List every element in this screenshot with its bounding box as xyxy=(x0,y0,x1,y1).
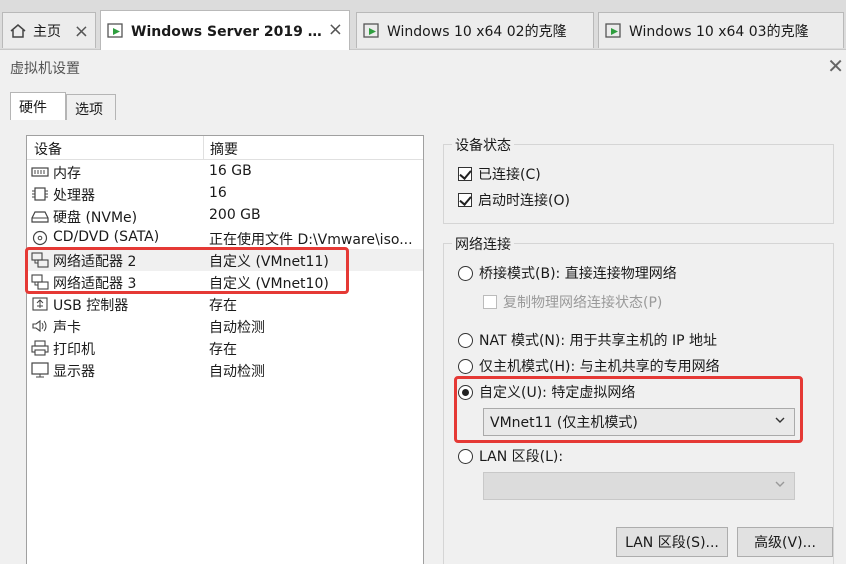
device-status-group: 设备状态 已连接(C) 启动时连接(O) xyxy=(443,135,834,224)
device-summary: 16 xyxy=(209,185,227,201)
radio[interactable] xyxy=(458,265,473,281)
device-name: 显示器 xyxy=(53,364,95,380)
device-row-sound-card[interactable]: 声卡 自动检测 xyxy=(27,315,423,337)
checkbox[interactable] xyxy=(483,295,497,309)
network-connection-title: 网络连接 xyxy=(452,234,514,254)
column-header-device[interactable]: 设备 xyxy=(34,139,62,159)
memory-icon xyxy=(31,167,49,177)
connect-at-power-on-checkbox[interactable]: 启动时连接(O) xyxy=(458,190,570,210)
vm-tab-bar: 主页 × Windows Server 2019 01的... × Window… xyxy=(0,0,846,50)
custom-radio[interactable]: 自定义(U): 特定虚拟网络 xyxy=(458,382,635,402)
device-row-cdrom[interactable]: CD/DVD (SATA) 正在使用文件 D:\Vmware\iso... xyxy=(27,227,423,249)
custom-label: 自定义(U): 特定虚拟网络 xyxy=(479,385,636,401)
close-icon[interactable]: ✕ xyxy=(827,54,844,78)
radio[interactable] xyxy=(458,448,473,464)
replicate-state-checkbox[interactable]: 复制物理网络连接状态(P) xyxy=(483,292,662,312)
device-row-hard-disk[interactable]: 硬盘 (NVMe) 200 GB xyxy=(27,205,423,227)
cdrom-icon xyxy=(32,230,48,246)
device-summary: 自动检测 xyxy=(209,320,265,336)
connected-label: 已连接(C) xyxy=(478,167,541,183)
device-name: 声卡 xyxy=(53,320,81,336)
cpu-icon xyxy=(32,187,48,201)
device-row-processor[interactable]: 处理器 16 xyxy=(27,183,423,205)
tab-vm-win10-03[interactable]: Windows 10 x64 03的克隆 xyxy=(598,12,844,48)
radio[interactable] xyxy=(458,384,473,400)
lan-segment-label: LAN 区段(L): xyxy=(479,449,564,465)
checkbox[interactable] xyxy=(458,167,472,181)
replicate-state-label: 复制物理网络连接状态(P) xyxy=(503,295,663,311)
device-name: CD/DVD (SATA) xyxy=(53,229,160,245)
close-icon[interactable]: × xyxy=(74,21,89,42)
connect-at-power-on-label: 启动时连接(O) xyxy=(478,193,570,209)
radio[interactable] xyxy=(458,332,473,348)
device-row-network-adapter-2[interactable]: 网络适配器 2 自定义 (VMnet11) xyxy=(27,249,423,271)
device-row-printer[interactable]: 打印机 存在 xyxy=(27,337,423,359)
home-icon xyxy=(10,23,26,38)
dialog-title: 虚拟机设置 xyxy=(10,61,80,77)
tab-vm-server-2019[interactable]: Windows Server 2019 01的... × xyxy=(100,10,350,50)
device-status-title: 设备状态 xyxy=(452,135,514,155)
chevron-down-icon xyxy=(775,417,785,423)
nat-radio[interactable]: NAT 模式(N): 用于共享主机的 IP 地址 xyxy=(458,330,717,350)
custom-network-value: VMnet11 (仅主机模式) xyxy=(490,415,638,431)
speaker-icon xyxy=(32,319,47,333)
vm-icon xyxy=(363,22,379,38)
tab-hardware[interactable]: 硬件 xyxy=(10,92,66,120)
device-summary: 存在 xyxy=(209,342,237,358)
device-summary: 16 GB xyxy=(209,163,252,179)
device-row-network-adapter-3[interactable]: 网络适配器 3 自定义 (VMnet10) xyxy=(27,271,423,293)
lan-segment-select[interactable] xyxy=(483,472,795,500)
device-summary: 存在 xyxy=(209,298,237,314)
tab-options[interactable]: 选项 xyxy=(66,94,116,120)
close-icon[interactable]: × xyxy=(328,19,343,40)
tab-label: 主页 xyxy=(33,23,61,40)
lan-segment-radio[interactable]: LAN 区段(L): xyxy=(458,446,563,466)
host-only-label: 仅主机模式(H): 与主机共享的专用网络 xyxy=(479,359,720,375)
device-row-memory[interactable]: 内存 16 GB xyxy=(27,161,423,183)
tab-vm-win10-02[interactable]: Windows 10 x64 02的克隆 xyxy=(356,12,594,48)
chevron-down-icon xyxy=(775,481,785,487)
radio[interactable] xyxy=(458,358,473,374)
device-summary: 自定义 (VMnet11) xyxy=(209,254,329,270)
device-row-usb-controller[interactable]: USB 控制器 存在 xyxy=(27,293,423,315)
device-name: 处理器 xyxy=(53,188,95,204)
advanced-button[interactable]: 高级(V)... xyxy=(737,527,833,557)
device-name: 打印机 xyxy=(53,342,95,358)
device-name: 网络适配器 3 xyxy=(53,276,137,292)
tab-label: Windows 10 x64 02的克隆 xyxy=(387,23,567,40)
column-header-summary[interactable]: 摘要 xyxy=(210,139,238,159)
device-summary: 自动检测 xyxy=(209,364,265,380)
device-name: 硬盘 (NVMe) xyxy=(53,210,138,226)
custom-network-select[interactable]: VMnet11 (仅主机模式) xyxy=(483,408,795,436)
device-name: 内存 xyxy=(53,166,81,182)
device-name: 网络适配器 2 xyxy=(53,254,137,270)
vm-icon xyxy=(605,22,621,38)
network-adapter-icon xyxy=(31,252,49,268)
device-list[interactable]: 设备 摘要 内存 16 GB 处理器 16 硬盘 (NVMe) 200 GB C… xyxy=(26,135,424,564)
network-connection-group: 网络连接 桥接模式(B): 直接连接物理网络 复制物理网络连接状态(P) NAT… xyxy=(443,234,834,564)
device-row-display[interactable]: 显示器 自动检测 xyxy=(27,359,423,381)
tab-label: Windows 10 x64 03的克隆 xyxy=(629,23,809,40)
lan-segments-button[interactable]: LAN 区段(S)... xyxy=(616,527,728,557)
host-only-radio[interactable]: 仅主机模式(H): 与主机共享的专用网络 xyxy=(458,356,720,376)
network-adapter-icon xyxy=(31,274,49,290)
checkbox[interactable] xyxy=(458,193,472,207)
bridged-radio[interactable]: 桥接模式(B): 直接连接物理网络 xyxy=(458,263,677,283)
device-summary: 200 GB xyxy=(209,207,261,223)
device-summary: 自定义 (VMnet10) xyxy=(209,276,329,292)
vm-icon xyxy=(107,22,123,38)
tab-label: Windows Server 2019 01的... xyxy=(131,23,326,40)
connected-checkbox[interactable]: 已连接(C) xyxy=(458,164,541,184)
monitor-icon xyxy=(31,362,49,378)
nat-label: NAT 模式(N): 用于共享主机的 IP 地址 xyxy=(479,333,717,349)
usb-icon xyxy=(32,297,48,311)
printer-icon xyxy=(31,340,49,356)
tab-home[interactable]: 主页 × xyxy=(2,12,96,48)
device-name: USB 控制器 xyxy=(53,298,129,314)
vm-settings-dialog: 虚拟机设置 ✕ 硬件 选项 设备 摘要 内存 16 GB 处理器 16 硬盘 (… xyxy=(0,50,846,564)
disk-icon xyxy=(31,211,49,223)
device-list-header: 设备 摘要 xyxy=(27,136,423,160)
device-summary: 正在使用文件 D:\Vmware\iso... xyxy=(209,232,413,248)
bridged-label: 桥接模式(B): 直接连接物理网络 xyxy=(479,266,677,282)
